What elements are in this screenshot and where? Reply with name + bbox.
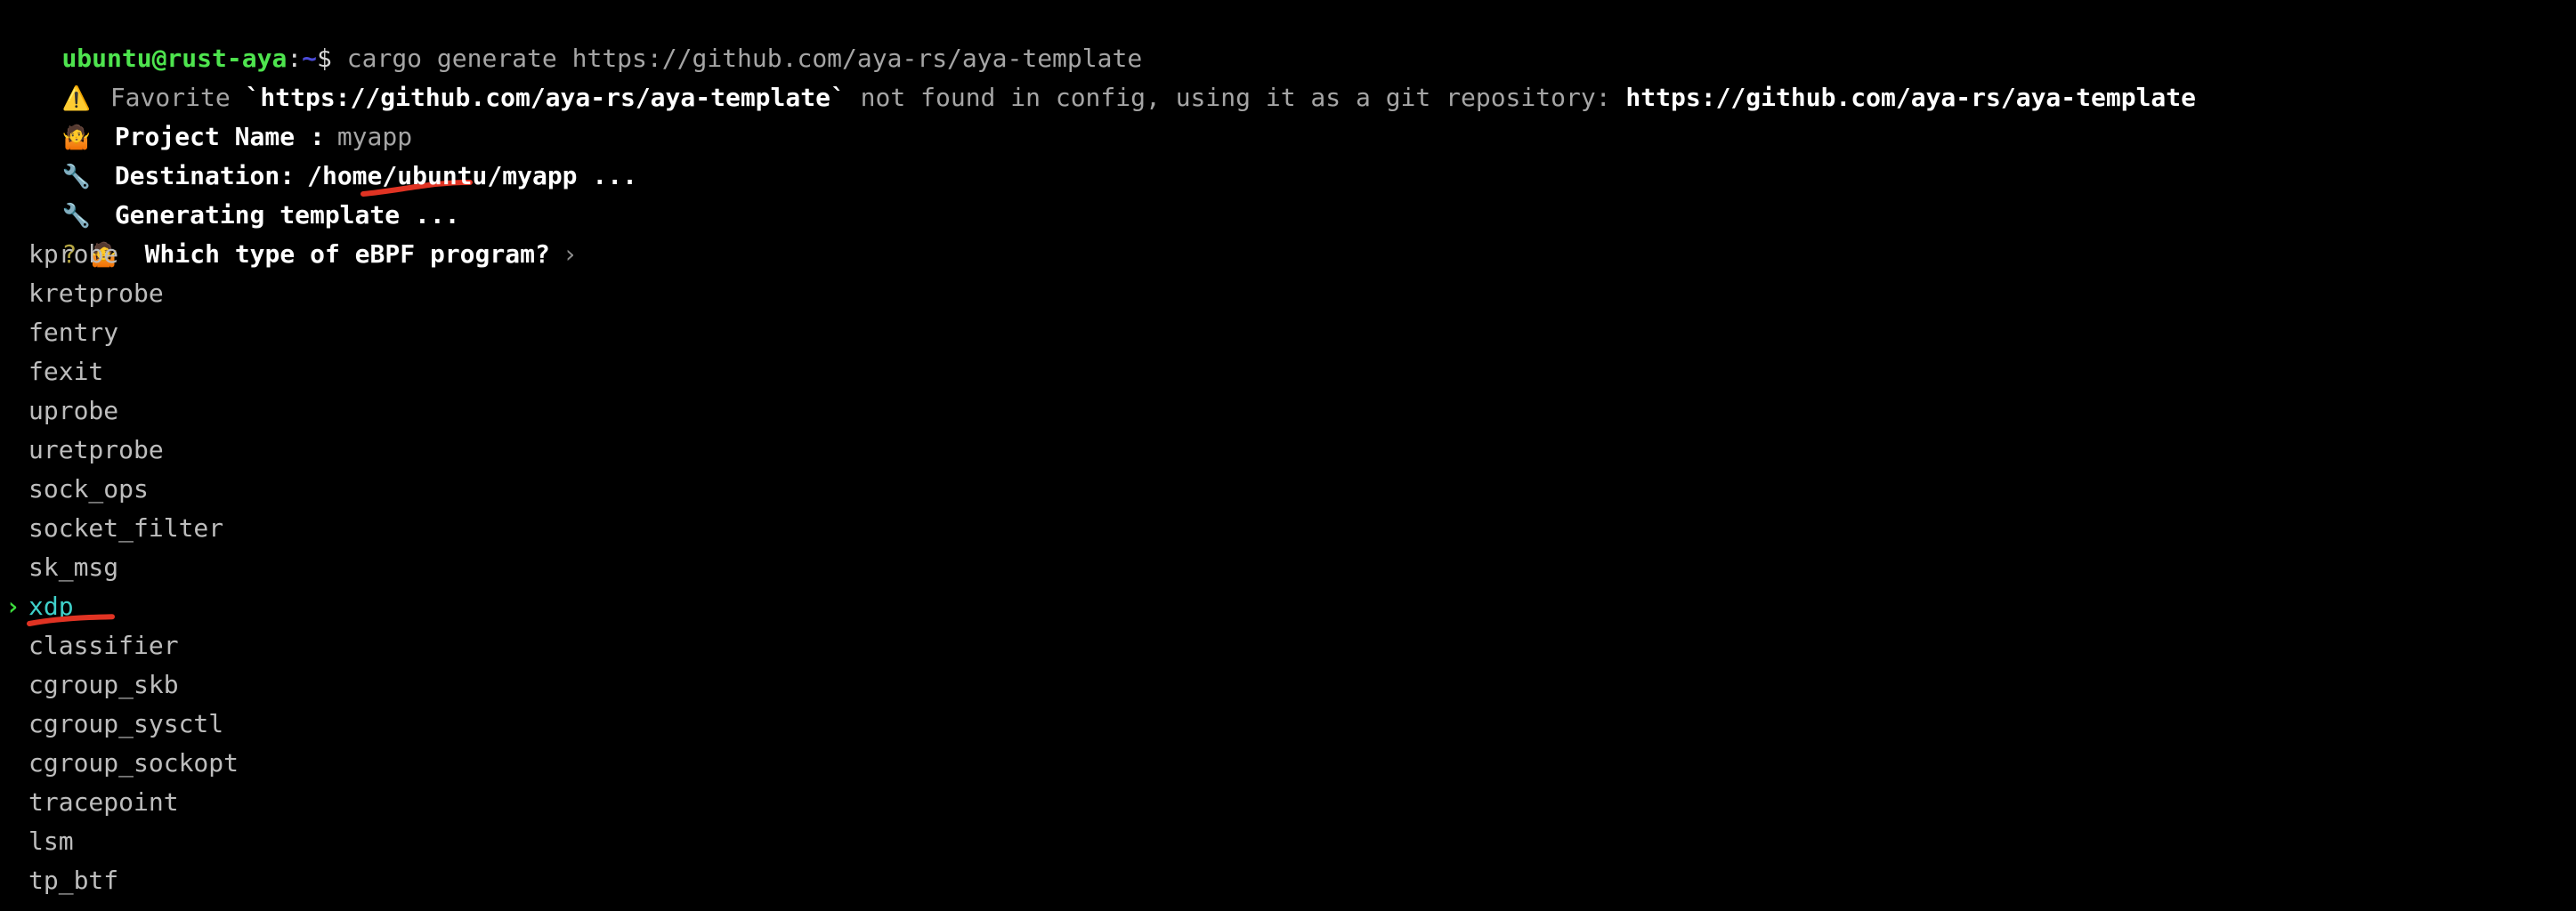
list-item[interactable]: fexit	[0, 352, 2576, 391]
list-item-label: xdp	[28, 592, 74, 621]
list-item-gutter	[0, 431, 28, 470]
list-item[interactable]: cgroup_sockopt	[0, 744, 2576, 783]
list-item-label: sock_ops	[28, 474, 149, 504]
list-item[interactable]: cgroup_sysctl	[0, 705, 2576, 744]
destination-line: 🔧 Destination:/home/ubuntu/myapp ...	[0, 117, 2576, 190]
prompt-line: ubuntu@rust-aya:~$ cargo generate https:…	[0, 0, 2576, 73]
list-item-gutter	[0, 509, 28, 548]
question-line: ? 🤷 Which type of eBPF program? ›	[0, 196, 2576, 269]
list-item-label: socket_filter	[28, 513, 224, 543]
list-item-gutter	[0, 705, 28, 744]
list-item-gutter	[0, 744, 28, 783]
list-item[interactable]: tracepoint	[0, 783, 2576, 822]
list-item[interactable]: uprobe	[0, 391, 2576, 431]
list-item-gutter	[0, 861, 28, 900]
list-item-gutter	[0, 313, 28, 352]
list-item[interactable]: lsm	[0, 822, 2576, 861]
list-item-gutter	[0, 391, 28, 431]
list-item-gutter	[0, 822, 28, 861]
list-item-label: fexit	[28, 357, 104, 386]
terminal-window: ubuntu@rust-aya:~$ cargo generate https:…	[0, 0, 2576, 911]
list-item[interactable]: kretprobe	[0, 274, 2576, 313]
list-item[interactable]: fentry	[0, 313, 2576, 352]
list-item[interactable]: uretprobe	[0, 431, 2576, 470]
list-item-gutter	[0, 626, 28, 665]
list-item-gutter	[0, 352, 28, 391]
list-item-label: sk_msg	[28, 552, 119, 582]
list-item-gutter	[0, 470, 28, 509]
list-item-gutter	[0, 548, 28, 587]
list-item-gutter	[0, 783, 28, 822]
list-item[interactable]: socket_filter	[0, 509, 2576, 548]
project-name-line: 🤷 Project Name : myapp	[0, 78, 2576, 197]
list-item-label: tp_btf	[28, 866, 119, 895]
list-item-label: fentry	[28, 318, 119, 347]
list-item[interactable]: classifier	[0, 626, 2576, 665]
list-item[interactable]: cgroup_skb	[0, 665, 2576, 705]
list-item-label: cgroup_skb	[28, 670, 179, 699]
list-item[interactable]: › xdp	[0, 587, 2576, 626]
list-item-gutter	[0, 235, 28, 274]
list-item-label: classifier	[28, 631, 179, 660]
list-item[interactable]: kprobe	[0, 235, 2576, 274]
list-item-label: tracepoint	[28, 787, 179, 817]
list-item-label: uprobe	[28, 396, 119, 425]
list-item-label: lsm	[28, 826, 74, 856]
list-item-label: cgroup_sysctl	[28, 709, 224, 738]
ebpf-program-type-list[interactable]: kprobe kretprobe fentry fexit uprobe ure…	[0, 235, 2576, 900]
selected-chevron-icon: ›	[5, 592, 20, 621]
list-item-label: uretprobe	[28, 435, 164, 464]
warning-line: ⚠️ Favorite `https://github.com/aya-rs/ay…	[0, 39, 2576, 112]
list-item[interactable]: tp_btf	[0, 861, 2576, 900]
list-item[interactable]: sock_ops	[0, 470, 2576, 509]
list-item-label: kretprobe	[28, 278, 164, 308]
generating-line: 🔧 Generating template ...	[0, 157, 2576, 230]
list-item-label: kprobe	[28, 239, 119, 269]
list-item-gutter	[0, 274, 28, 313]
list-item-label: cgroup_sockopt	[28, 748, 239, 778]
list-item-gutter	[0, 665, 28, 705]
list-item[interactable]: sk_msg	[0, 548, 2576, 587]
